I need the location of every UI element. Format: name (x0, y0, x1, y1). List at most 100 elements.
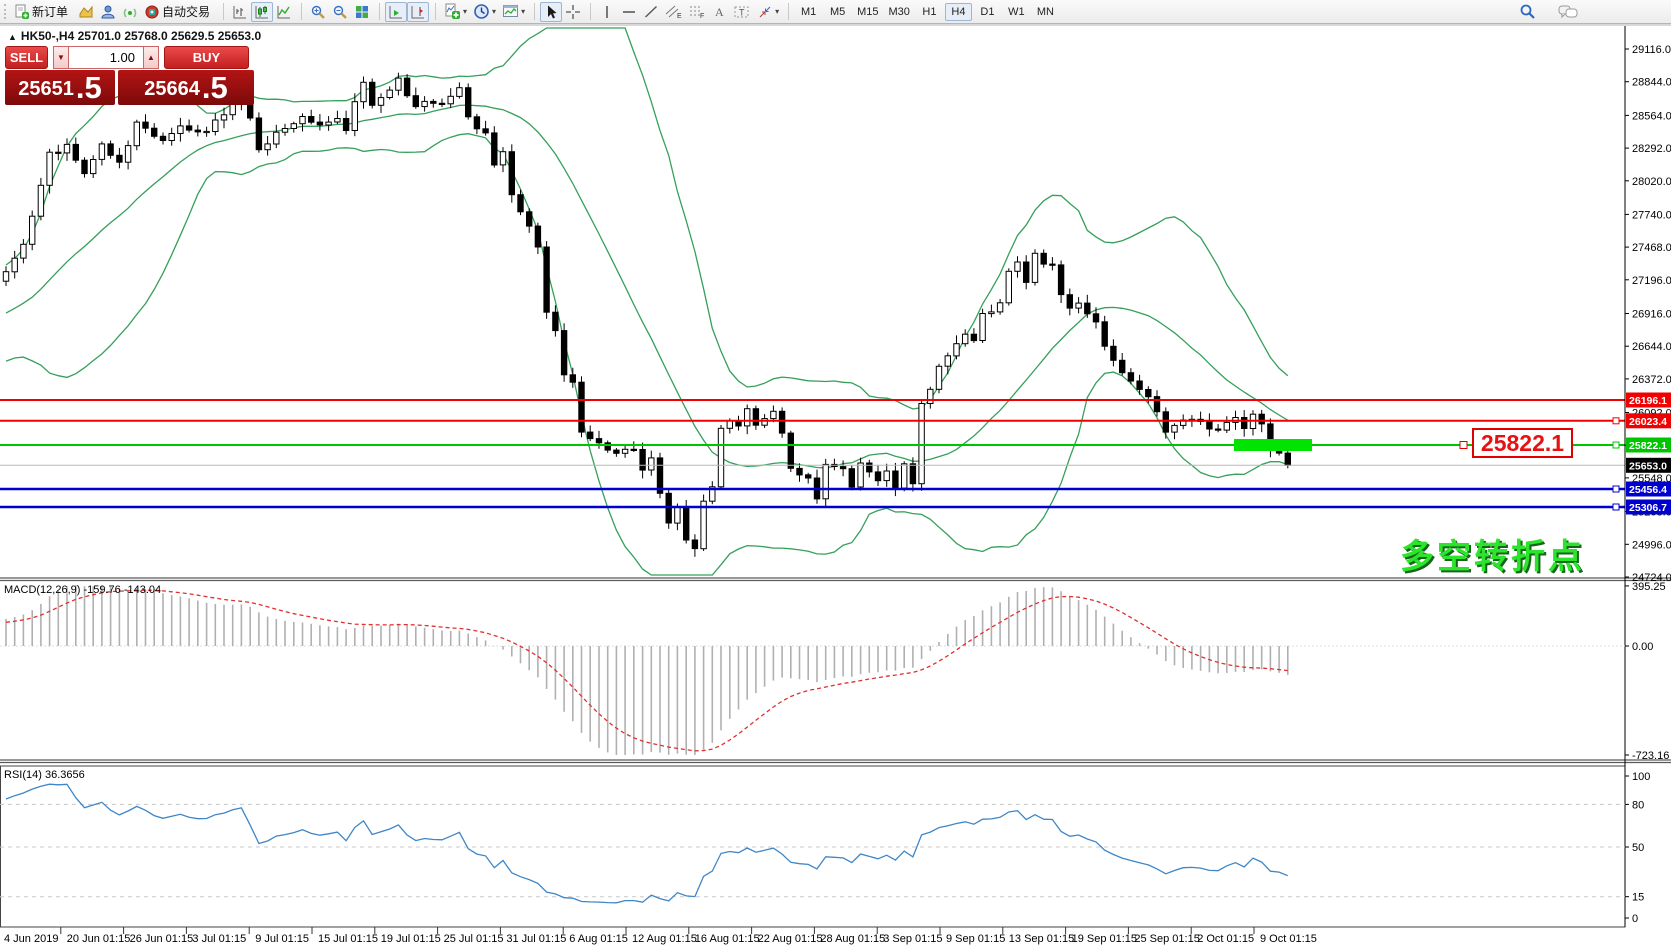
new-order-icon (14, 4, 30, 20)
volume-increase-button[interactable]: ▲ (143, 46, 159, 69)
sell-price-fraction: .5 (76, 71, 102, 104)
zoom-out-button[interactable] (329, 2, 351, 22)
line-handle[interactable] (1613, 504, 1619, 510)
collapse-icon[interactable]: ▲ (8, 32, 17, 42)
svg-text:T: T (739, 7, 745, 17)
svg-text:9 Oct 01:15: 9 Oct 01:15 (1260, 933, 1317, 945)
templates-button[interactable]: ▾ (499, 2, 528, 22)
auto-trading-label: 自动交易 (162, 3, 210, 20)
equidistant-channel-button[interactable]: E (662, 2, 685, 22)
arrows-button[interactable]: ▾ (754, 2, 782, 22)
svg-text:12 Aug 01:15: 12 Aug 01:15 (632, 933, 697, 945)
signal-button[interactable] (119, 2, 141, 22)
timeframe-H1[interactable]: H1 (916, 3, 943, 21)
toolbar-group-chart-type (229, 0, 295, 24)
svg-text:2 Oct 01:15: 2 Oct 01:15 (1197, 933, 1254, 945)
indicators-button[interactable]: ▾ (441, 2, 470, 22)
svg-text:26644.0: 26644.0 (1632, 341, 1671, 353)
line-chart-button[interactable] (273, 2, 295, 22)
svg-text:13 Sep 01:15: 13 Sep 01:15 (1009, 933, 1074, 945)
svg-text:28844.0: 28844.0 (1632, 77, 1671, 89)
line-handle[interactable] (1613, 442, 1619, 448)
buy-button[interactable]: BUY (164, 46, 249, 69)
market-watch-button[interactable] (75, 2, 97, 22)
svg-text:31 Jul 01:15: 31 Jul 01:15 (506, 933, 566, 945)
chart-area[interactable]: 29116.028844.028564.028292.028020.027740… (0, 0, 1671, 948)
new-order-label: 新订单 (32, 3, 68, 20)
svg-text:26916.0: 26916.0 (1632, 309, 1671, 321)
crosshair-button[interactable] (562, 2, 584, 22)
periods-icon (473, 3, 490, 20)
cursor-button[interactable] (540, 2, 562, 22)
periods-caret[interactable]: ▾ (492, 7, 496, 16)
svg-text:25 Sep 01:15: 25 Sep 01:15 (1134, 933, 1199, 945)
arrows-icon (757, 4, 773, 20)
connector-handle[interactable] (1460, 442, 1467, 449)
timeframe-H4[interactable]: H4 (945, 3, 972, 21)
crosshair-icon (565, 4, 581, 20)
svg-text:F: F (700, 13, 704, 20)
toolbar-separator (590, 3, 591, 20)
toolbar-separator (301, 3, 302, 20)
text-label-button[interactable]: T (730, 2, 754, 22)
buy-price-display[interactable]: 25664.5 (118, 70, 254, 105)
svg-text:0: 0 (1632, 913, 1638, 925)
svg-text:50: 50 (1632, 842, 1644, 854)
timeframe-W1[interactable]: W1 (1003, 3, 1030, 21)
auto-trading-button[interactable]: 自动交易 (141, 2, 217, 22)
indicators-icon (444, 3, 461, 20)
support-highlight-bar[interactable] (1234, 439, 1312, 451)
timeframe-M15[interactable]: M15 (853, 3, 882, 21)
line-handle[interactable] (1613, 486, 1619, 492)
new-order-button[interactable]: 新订单 (11, 2, 75, 22)
toolbar-grip (4, 4, 7, 19)
chart-shift-button[interactable] (407, 2, 429, 22)
timeframe-MN[interactable]: MN (1032, 3, 1059, 21)
candlestick-chart-icon (254, 4, 270, 20)
candlestick-chart-button[interactable] (251, 2, 273, 22)
volume-input[interactable] (69, 46, 143, 69)
templates-caret[interactable]: ▾ (521, 7, 525, 16)
svg-text:25 Jul 01:15: 25 Jul 01:15 (444, 933, 504, 945)
svg-text:80: 80 (1632, 799, 1644, 811)
sell-price-display[interactable]: 25651.5 (5, 70, 115, 105)
timeframe-M5[interactable]: M5 (824, 3, 851, 21)
indicators-caret[interactable]: ▾ (463, 7, 467, 16)
svg-text:9 Sep 01:15: 9 Sep 01:15 (946, 933, 1005, 945)
sell-button[interactable]: SELL (5, 46, 48, 69)
svg-text:22 Aug 01:15: 22 Aug 01:15 (758, 933, 823, 945)
horizontal-line-button[interactable] (618, 2, 640, 22)
timeframe-D1[interactable]: D1 (974, 3, 1001, 21)
bar-chart-button[interactable] (229, 2, 251, 22)
svg-text:0.00: 0.00 (1632, 641, 1653, 653)
vertical-line-button[interactable] (596, 2, 618, 22)
trendline-button[interactable] (640, 2, 662, 22)
svg-text:26 Jun 01:15: 26 Jun 01:15 (130, 933, 194, 945)
svg-text:28564.0: 28564.0 (1632, 110, 1671, 122)
chart-title: ▲HK50-,H4 25701.0 25768.0 25629.5 25653.… (8, 29, 261, 43)
profile-button[interactable] (97, 2, 119, 22)
line-handle[interactable] (1613, 418, 1619, 424)
periods-button[interactable]: ▾ (470, 2, 499, 22)
support-price-label[interactable]: 25822.1 (1472, 428, 1573, 458)
bar-chart-icon (232, 4, 248, 20)
timeframe-M30[interactable]: M30 (885, 3, 914, 21)
toolbar-group-scroll (385, 0, 429, 24)
svg-text:26372.0: 26372.0 (1632, 374, 1671, 386)
chat-button[interactable] (1555, 2, 1581, 22)
svg-text:16 Aug 01:15: 16 Aug 01:15 (695, 933, 760, 945)
svg-text:15 Jul 01:15: 15 Jul 01:15 (318, 933, 378, 945)
volume-decrease-button[interactable]: ▼ (53, 46, 69, 69)
price-tag-25456.4: 25456.4 (1629, 484, 1667, 496)
chat-icon (1558, 4, 1578, 20)
zoom-in-button[interactable] (307, 2, 329, 22)
text-button[interactable]: A (708, 2, 730, 22)
arrows-caret[interactable]: ▾ (775, 7, 779, 16)
toolbar-right (1516, 2, 1581, 22)
timeframe-M1[interactable]: M1 (795, 3, 822, 21)
auto-scroll-button[interactable] (385, 2, 407, 22)
fibonacci-button[interactable]: F (685, 2, 708, 22)
svg-text:100: 100 (1632, 771, 1650, 783)
tile-windows-button[interactable] (351, 2, 373, 22)
search-button[interactable] (1516, 2, 1539, 22)
